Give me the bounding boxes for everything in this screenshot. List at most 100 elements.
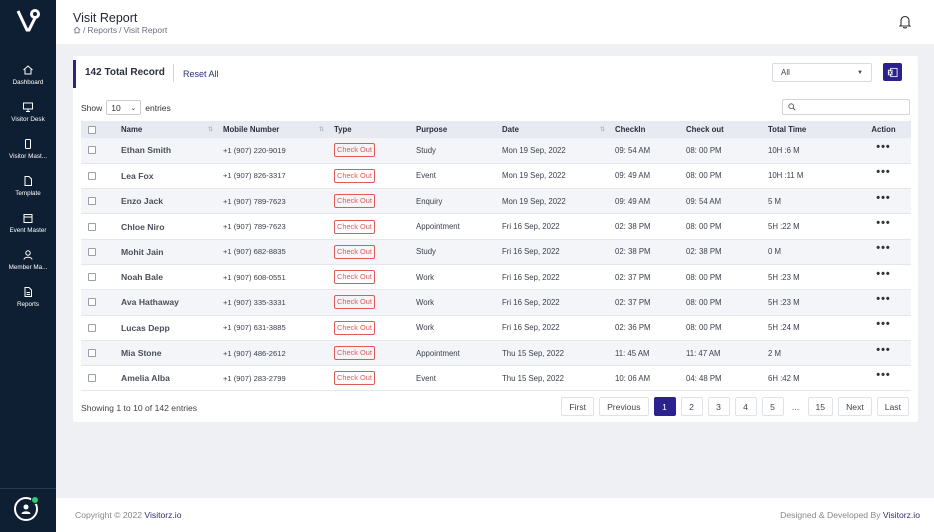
monitor-icon xyxy=(23,102,33,112)
visitorz-logo[interactable] xyxy=(16,8,42,34)
sidebar-item-member-master[interactable]: Member Ma... xyxy=(0,241,56,278)
sidebar-item-reports[interactable]: Reports xyxy=(0,278,56,315)
row-checkbox[interactable] xyxy=(88,323,96,332)
column-header-name[interactable]: Name ⇅ xyxy=(117,121,219,138)
table-row[interactable]: Ethan Smith +1 (907) 220-9019 Check Out Stu… xyxy=(81,138,911,164)
visitor-name-cell: Amelia Alba xyxy=(121,373,170,384)
table-row[interactable]: Enzo Jack +1 (907) 789-7623 Check Out Enqui… xyxy=(81,188,911,214)
mobile-number-cell: +1 (907) 283-2799 xyxy=(223,373,286,383)
breadcrumb-reports[interactable]: Reports xyxy=(87,25,117,35)
row-select-cell xyxy=(81,214,117,239)
reset-all-button[interactable]: Reset All xyxy=(183,69,219,79)
purpose-cell: Study xyxy=(416,247,436,257)
check-out-badge: Check Out xyxy=(334,219,375,234)
total-time-cell: 6H :42 M xyxy=(768,373,800,383)
table-row[interactable]: Ava Hathaway +1 (907) 335-3331 Check Out Wo… xyxy=(81,289,911,316)
type-badge-cell: Check Out xyxy=(330,290,412,315)
type-badge-cell: Check Out xyxy=(330,315,412,340)
column-header-type[interactable]: Type xyxy=(330,121,412,138)
column-header-total-time[interactable]: Total Time xyxy=(764,121,852,138)
search-input[interactable] xyxy=(782,99,910,115)
row-checkbox[interactable] xyxy=(88,146,96,155)
brand-link[interactable]: Visitorz.io xyxy=(883,510,920,520)
export-excel-button[interactable] xyxy=(883,63,902,81)
row-checkbox[interactable] xyxy=(88,298,96,307)
visitor-name-cell: Chloe Niro xyxy=(121,221,165,232)
row-select-cell xyxy=(81,315,117,340)
page-header: Visit Report / Reports / Visit Report xyxy=(56,0,934,44)
more-actions-icon[interactable]: ••• xyxy=(856,217,911,229)
action-cell: ••• xyxy=(852,138,911,163)
next-page-button[interactable]: Next xyxy=(838,397,872,416)
sidebar-item-template[interactable]: Template xyxy=(0,167,56,204)
sidebar-item-visitor-master[interactable]: Visitor Mast... xyxy=(0,130,56,167)
column-header-checkin[interactable]: CheckIn xyxy=(611,121,682,138)
sidebar-item-dashboard[interactable]: Dashboard xyxy=(0,56,56,93)
row-checkbox[interactable] xyxy=(88,374,96,383)
row-select-cell xyxy=(81,239,117,264)
page-button-4[interactable]: 4 xyxy=(734,397,757,416)
brand-link[interactable]: Visitorz.io xyxy=(144,510,181,520)
user-icon xyxy=(23,249,33,260)
check-out-badge: Check Out xyxy=(334,371,375,386)
page-button-2[interactable]: 2 xyxy=(680,397,703,416)
row-checkbox[interactable] xyxy=(88,273,96,282)
page-button-3[interactable]: 3 xyxy=(707,397,730,416)
more-actions-icon[interactable]: ••• xyxy=(856,318,911,330)
table-row[interactable]: Mia Stone +1 (907) 486-2612 Check Out Appoi… xyxy=(81,340,911,366)
table-row[interactable]: Chloe Niro +1 (907) 789-7623 Check Out Appo… xyxy=(81,214,911,240)
type-badge-cell: Check Out xyxy=(330,214,412,239)
sidebar: Dashboard Visitor Desk Visitor Mast... T… xyxy=(0,0,56,532)
toolbar-accent xyxy=(73,60,76,88)
column-header-mobile[interactable]: Mobile Number ⇅ xyxy=(219,121,330,138)
previous-page-button[interactable]: Previous xyxy=(599,397,649,416)
check-out-badge: Check Out xyxy=(334,194,375,209)
total-time-cell: 5H :23 M xyxy=(768,297,800,307)
table-header-row: Name ⇅ Mobile Number ⇅ Type Purpose Date ⇅ … xyxy=(81,121,911,138)
column-header-date[interactable]: Date ⇅ xyxy=(498,121,611,138)
page-button-15[interactable]: 15 xyxy=(807,397,834,416)
row-checkbox[interactable] xyxy=(88,222,96,231)
select-all-checkbox[interactable] xyxy=(88,125,96,134)
more-actions-icon[interactable]: ••• xyxy=(856,166,911,178)
first-page-button[interactable]: First xyxy=(561,397,595,416)
sidebar-item-visitor-desk[interactable]: Visitor Desk xyxy=(0,93,56,130)
row-checkbox[interactable] xyxy=(88,171,96,180)
row-select-cell xyxy=(81,366,117,391)
table-row[interactable]: Lea Fox +1 (907) 826-3317 Check Out Event Mo… xyxy=(81,163,911,189)
page-button-5[interactable]: 5 xyxy=(761,397,784,416)
row-checkbox[interactable] xyxy=(88,247,96,256)
page-size-select[interactable]: 10 ⌄ xyxy=(106,100,142,115)
table-row[interactable]: Mohit Jain +1 (907) 682-8835 Check Out Stud… xyxy=(81,239,911,265)
action-cell: ••• xyxy=(852,315,911,340)
table-row[interactable]: Lucas Depp +1 (907) 631-3885 Check Out Work… xyxy=(81,315,911,341)
sidebar-item-label: Reports xyxy=(16,300,40,308)
checkin-time-cell: 02: 37 PM xyxy=(615,272,651,282)
type-filter-select[interactable]: All ▼ xyxy=(772,63,872,82)
sidebar-item-event-master[interactable]: Event Master xyxy=(0,204,56,241)
more-actions-icon[interactable]: ••• xyxy=(856,268,911,280)
column-header-purpose[interactable]: Purpose xyxy=(412,121,498,138)
purpose-cell: Work xyxy=(416,272,435,282)
page-size-control: Show 10 ⌄ entries xyxy=(81,100,171,115)
home-icon[interactable] xyxy=(73,26,81,34)
more-actions-icon[interactable]: ••• xyxy=(856,242,911,254)
action-cell: ••• xyxy=(852,189,911,214)
page-button-1[interactable]: 1 xyxy=(653,397,676,416)
more-actions-icon[interactable]: ••• xyxy=(856,369,911,381)
row-checkbox[interactable] xyxy=(88,349,96,358)
user-avatar[interactable] xyxy=(14,496,39,521)
more-actions-icon[interactable]: ••• xyxy=(856,344,911,356)
checkout-time-cell: 08: 00 PM xyxy=(686,272,722,282)
more-actions-icon[interactable]: ••• xyxy=(856,293,911,305)
row-checkbox[interactable] xyxy=(88,197,96,206)
last-page-button[interactable]: Last xyxy=(876,397,909,416)
column-header-checkout[interactable]: Check out xyxy=(682,121,764,138)
table-row[interactable]: Noah Bale +1 (907) 608-0551 Check Out Work F… xyxy=(81,264,911,290)
bell-icon[interactable] xyxy=(898,14,912,29)
mobile-number-cell: +1 (907) 608-0551 xyxy=(223,272,286,282)
table-row[interactable]: Amelia Alba +1 (907) 283-2799 Check Out Eve… xyxy=(81,366,911,391)
more-actions-icon[interactable]: ••• xyxy=(856,192,911,204)
page-footer: Copyright © 2022 Visitorz.io Designed & … xyxy=(56,498,934,532)
more-actions-icon[interactable]: ••• xyxy=(856,141,911,153)
